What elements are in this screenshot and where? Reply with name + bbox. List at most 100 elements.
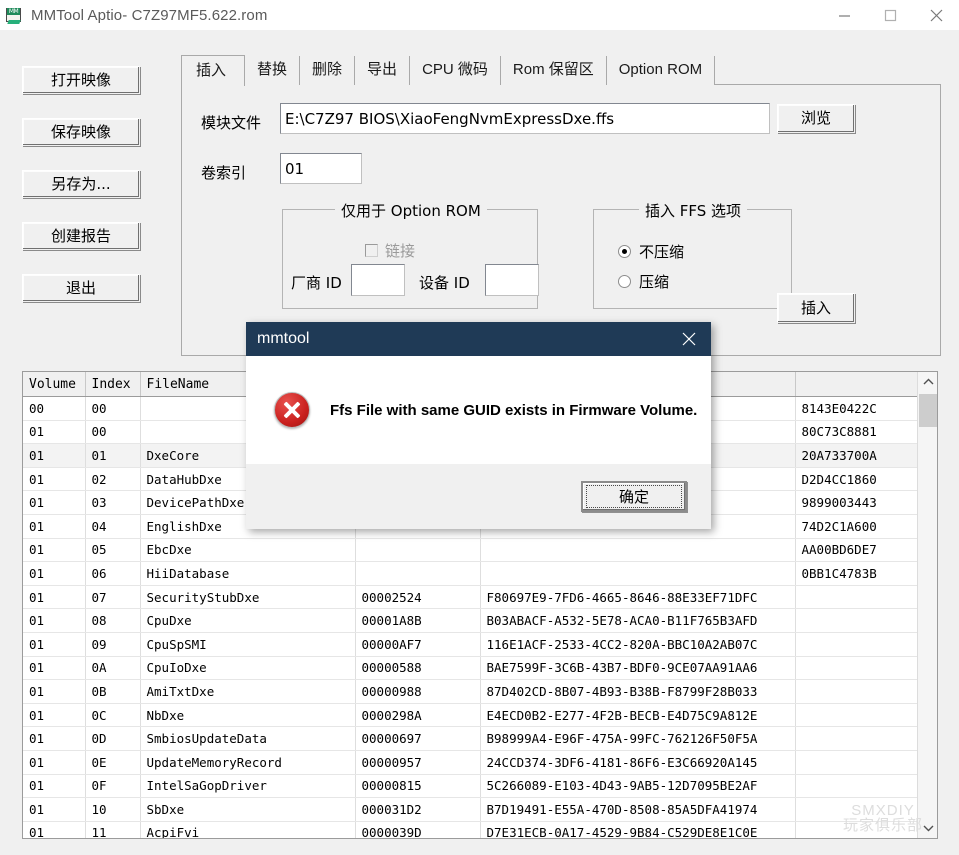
tab-replace[interactable]: 替换 [245,56,301,85]
cell-index: 0E [85,750,141,775]
minimize-icon[interactable] [821,0,867,30]
cell-guid: BAE7599F-3C6B-43B7-BDF0-9CE07AA91AA6 [480,656,796,681]
cell-filename: CpuSpSMI [140,632,356,657]
table-vertical-scrollbar[interactable] [917,372,937,838]
cell-index: 06 [85,561,141,586]
cell-size [355,538,481,563]
cell-volume: 01 [23,774,86,799]
tab-cpu-microcode[interactable]: CPU 微码 [410,56,501,85]
cell-volume: 01 [23,797,86,822]
radio-uncompressed-indicator[interactable] [618,245,631,258]
cell-index: 08 [85,608,141,633]
cell-volume: 01 [23,679,86,704]
link-checkbox-label: 链接 [385,242,416,260]
cell-guid: B7D19491-E55A-470D-8508-85A5DFA41974 [480,797,796,822]
cell-tail [795,726,919,751]
col-volume[interactable]: Volume [23,372,86,397]
cell-volume: 01 [23,656,86,681]
table-row[interactable]: 01 11 AcpiFvi 0000039D D7E31ECB-0A17-4529-9B… [23,821,919,838]
error-icon [274,392,310,428]
col-extra[interactable] [795,372,919,397]
browse-button[interactable]: 浏览 [777,104,855,133]
table-row[interactable]: 01 0F IntelSaGopDriver 00000815 5C266089-E10… [23,774,919,799]
cell-index: 05 [85,538,141,563]
sidebar-buttons: 打开映像 保存映像 另存为... 创建报告 退出 [22,66,142,326]
table-row[interactable]: 01 08 CpuDxe 00001A8B B03ABACF-A532-5E78-ACA… [23,608,919,633]
cell-size: 0000039D [355,821,481,838]
cell-volume: 01 [23,750,86,775]
cell-index: 07 [85,585,141,610]
table-row[interactable]: 01 07 SecurityStubDxe 00002524 F80697E9-7FD6… [23,585,919,610]
cell-index: 0D [85,726,141,751]
close-icon[interactable] [913,0,959,30]
table-row[interactable]: 01 06 HiiDatabase 0BB1C4783B [23,561,919,586]
dialog-message: Ffs File with same GUID exists in Firmwa… [330,401,698,419]
open-image-button[interactable]: 打开映像 [22,66,140,94]
chevron-down-icon[interactable] [918,818,937,838]
radio-compressed[interactable]: 压缩 [618,271,669,292]
tab-option-rom[interactable]: Option ROM [606,56,716,85]
cell-size: 0000298A [355,703,481,728]
cell-index: 10 [85,797,141,822]
cell-tail: D2D4CC1860 [795,467,919,492]
create-report-button[interactable]: 创建报告 [22,222,140,250]
cell-filename: EbcDxe [140,538,356,563]
link-checkbox-row[interactable]: 链接 [365,240,415,261]
table-row[interactable]: 01 0D SmbiosUpdateData 00000697 B98999A4-E96… [23,726,919,751]
option-rom-group: 仅用于 Option ROM 链接 厂商 ID 设备 ID [282,200,539,309]
maximize-icon[interactable] [867,0,913,30]
table-row[interactable]: 01 0B AmiTxtDxe 00000988 87D402CD-8B07-4B93-… [23,679,919,704]
table-row[interactable]: 01 0E UpdateMemoryRecord 00000957 24CCD374-3… [23,750,919,775]
cell-index: 00 [85,420,141,445]
table-row[interactable]: 01 09 CpuSpSMI 00000AF7 116E1ACF-2533-4CC2-8… [23,632,919,657]
tab-delete[interactable]: 删除 [300,56,356,85]
cell-guid: 24CCD374-3DF6-4181-86F6-E3C66920A145 [480,750,796,775]
cell-filename: UpdateMemoryRecord [140,750,356,775]
dialog-close-icon[interactable] [667,322,711,356]
cell-tail [795,774,919,799]
table-row[interactable]: 01 0A CpuIoDxe 00000588 BAE7599F-3C6B-43B7-B… [23,656,919,681]
cell-index: 00 [85,396,141,421]
cell-guid: E4ECD0B2-E277-4F2B-BECB-E4D75C9A812E [480,703,796,728]
vendor-id-input[interactable] [351,264,405,296]
ffs-options-group: 插入 FFS 选项 不压缩 压缩 [593,200,792,309]
exit-button[interactable]: 退出 [22,274,140,302]
radio-compressed-indicator[interactable] [618,275,631,288]
col-index[interactable]: Index [85,372,141,397]
cell-guid: B98999A4-E96F-475A-99FC-762126F50F5A [480,726,796,751]
save-as-button[interactable]: 另存为... [22,170,140,198]
cell-index: 04 [85,514,141,539]
tab-insert[interactable]: 插入 [181,55,246,86]
radio-uncompressed[interactable]: 不压缩 [618,241,684,262]
module-file-input[interactable]: E:\C7Z97 BIOS\XiaoFengNvmExpressDxe.ffs [280,103,770,134]
cell-index: 11 [85,821,141,838]
module-file-label: 模块文件 [201,114,262,132]
tab-export[interactable]: 导出 [355,56,411,85]
cell-tail [795,703,919,728]
cell-tail [795,608,919,633]
table-row[interactable]: 01 10 SbDxe 000031D2 B7D19491-E55A-470D-8508… [23,797,919,822]
scrollbar-thumb[interactable] [919,394,937,427]
device-id-input[interactable] [485,264,539,296]
cell-tail: 8143E0422C [795,396,919,421]
insert-button[interactable]: 插入 [777,293,855,323]
save-image-button[interactable]: 保存映像 [22,118,140,146]
table-row[interactable]: 01 0C NbDxe 0000298A E4ECD0B2-E277-4F2B-BECB… [23,703,919,728]
dialog-ok-label: 确定 [586,485,682,508]
cell-filename: SecurityStubDxe [140,585,356,610]
table-row[interactable]: 01 05 EbcDxe AA00BD6DE7 [23,538,919,563]
tab-rom-reserved[interactable]: Rom 保留区 [500,56,607,85]
cell-index: 0A [85,656,141,681]
cell-guid: 87D402CD-8B07-4B93-B38B-F8799F28B033 [480,679,796,704]
cell-volume: 01 [23,420,86,445]
cell-guid: 116E1ACF-2533-4CC2-820A-BBC10A2AB07C [480,632,796,657]
volume-index-input[interactable]: 01 [280,153,362,184]
mmtool-window: MM MMTool Aptio- C7Z97MF5.622.rom 打开映像 保… [0,0,959,855]
cell-guid: F80697E9-7FD6-4665-8646-88E33EF71DFC [480,585,796,610]
dialog-ok-button[interactable]: 确定 [581,481,687,512]
cell-filename: IntelSaGopDriver [140,774,356,799]
chevron-up-icon[interactable] [918,372,937,392]
link-checkbox[interactable] [365,244,378,257]
cell-volume: 01 [23,821,86,838]
cell-tail [795,656,919,681]
